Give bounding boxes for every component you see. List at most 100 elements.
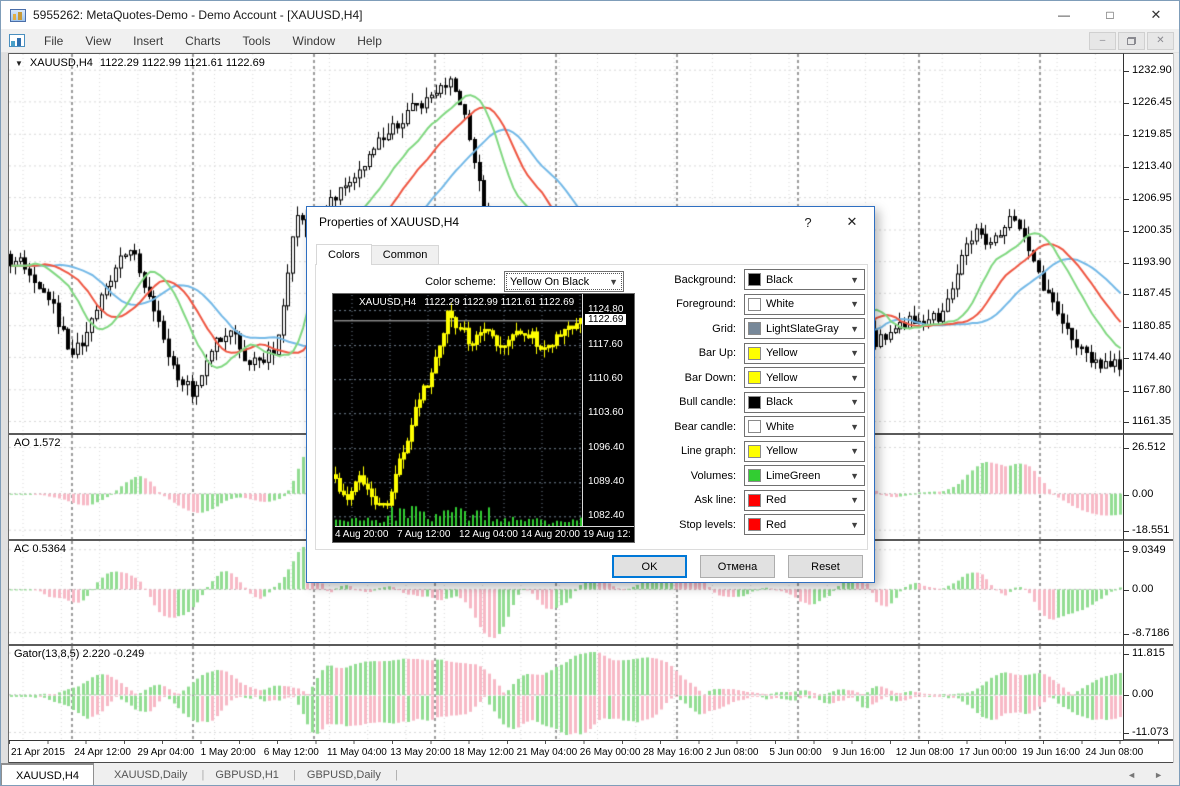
menu-item[interactable]: Window (282, 34, 347, 48)
color-select[interactable]: Yellow ▼ (744, 367, 865, 388)
chevron-down-icon: ▼ (850, 274, 859, 285)
close-button[interactable]: ✕ (1133, 1, 1179, 29)
ac-tick: 9.0349 (1124, 543, 1166, 556)
app-icon (10, 8, 26, 22)
price-tick: 1206.95 (1124, 191, 1172, 204)
chart-tab-bar: XAUUSD,H4 XAUUSD,DailyGBPUSD,H1GBPUSD,Dai… (1, 763, 1179, 785)
dialog-title: Properties of XAUUSD,H4 (319, 215, 460, 229)
chevron-down-icon[interactable]: ▼ (15, 59, 23, 68)
preview-price-tick: 1089.40 (588, 475, 625, 487)
title-bar[interactable]: 5955262: MetaQuotes-Demo - Demo Account … (1, 1, 1179, 29)
price-tick: 1226.45 (1124, 95, 1172, 108)
ao-axis[interactable]: 26.512 0.00 -18.551 (1123, 435, 1173, 541)
time-axis[interactable]: 21 Apr 2015 24 Apr 12:00 29 Apr 04:00 1 May… (9, 741, 1173, 763)
price-tick: 1167.80 (1124, 383, 1171, 396)
window-controls: — □ ✕ (1041, 1, 1179, 29)
window-title: 5955262: MetaQuotes-Demo - Demo Account … (33, 8, 363, 22)
dialog-tab[interactable]: Colors (316, 244, 372, 265)
dialog-title-bar[interactable]: Properties of XAUUSD,H4 ? ✕ (307, 207, 874, 237)
chart-symbol-label[interactable]: ▼ XAUUSD,H4 1122.29 1122.99 1121.61 1122… (15, 57, 265, 69)
tab-scroll-left-icon[interactable]: ◄ (1127, 770, 1136, 780)
time-tick: 2 Jun 08:00 (706, 747, 759, 758)
minimize-button[interactable]: — (1041, 1, 1087, 29)
time-tick: 11 May 04:00 (327, 747, 387, 758)
mdi-restore-button[interactable] (1118, 31, 1145, 50)
color-select[interactable]: Red ▼ (744, 489, 865, 511)
color-select[interactable]: Black ▼ (744, 391, 865, 413)
menu-item[interactable]: Charts (174, 34, 231, 48)
color-select[interactable]: Yellow ▼ (744, 440, 865, 462)
color-swatch (748, 518, 761, 531)
chart-window-icon[interactable] (9, 34, 25, 47)
chevron-down-icon: ▼ (850, 348, 859, 358)
color-setting-row: Bear candle: White ▼ (632, 416, 865, 437)
time-tick: 17 Jun 00:00 (959, 747, 1017, 758)
dialog-tab[interactable]: Common (370, 245, 440, 265)
preview-price-tick: 1122.69 (585, 313, 627, 325)
menu-item[interactable]: Insert (122, 34, 174, 48)
menu-item[interactable]: Help (346, 34, 393, 48)
chart-tab[interactable]: XAUUSD,H4 (1, 763, 94, 785)
dialog-buttons: OK Отмена Reset (307, 555, 863, 578)
time-tick: 1 May 20:00 (200, 747, 256, 758)
color-setting-label: Line graph: (680, 445, 736, 457)
color-setting-row: Bar Up: Yellow ▼ (632, 342, 865, 364)
preview-time-tick: 4 Aug 20:00 (335, 529, 389, 540)
preview-canvas (334, 295, 583, 527)
color-scheme-row: Color scheme: Yellow On Black ▼ (316, 271, 624, 292)
chevron-down-icon: ▼ (609, 276, 618, 287)
ac-axis[interactable]: 9.0349 0.00 -8.7186 (1123, 541, 1173, 646)
color-setting-label: Foreground: (676, 298, 736, 310)
time-tick: 12 Jun 08:00 (895, 747, 954, 758)
ac-tick: -8.7186 (1124, 626, 1170, 639)
color-select[interactable]: LimeGreen ▼ (744, 465, 865, 486)
color-select[interactable]: Yellow ▼ (744, 342, 865, 364)
color-settings: Background: Black ▼ Foreground: White ▼ … (632, 269, 865, 535)
tab-scroll-controls: ◄ ► (1111, 763, 1179, 785)
color-setting-row: Background: Black ▼ (632, 269, 865, 290)
dialog-button[interactable]: OK (612, 555, 687, 578)
dialog-button[interactable]: Отмена (700, 555, 775, 578)
mdi-close-button[interactable]: ✕ (1147, 31, 1174, 50)
chevron-down-icon: ▼ (850, 446, 859, 456)
gator-canvas[interactable] (9, 646, 1123, 740)
chevron-down-icon: ▼ (850, 397, 859, 407)
application-window: 5955262: MetaQuotes-Demo - Demo Account … (0, 0, 1180, 786)
color-setting-label: Ask line: (694, 494, 736, 506)
gator-axis[interactable]: 11.815 0.00 -11.073 (1123, 646, 1173, 741)
preview-time-tick: 7 Aug 12:00 (397, 529, 451, 540)
preview-price-tick: 1117.60 (588, 338, 623, 350)
dialog-close-button[interactable]: ✕ (830, 207, 874, 237)
chart-tab[interactable]: GBPUSD,Daily (293, 763, 398, 785)
color-select[interactable]: Black ▼ (744, 269, 865, 290)
tab-scroll-right-icon[interactable]: ► (1154, 770, 1163, 780)
gator-indicator-pane[interactable]: Gator(13,8,5) 2.220 -0.249 (9, 646, 1123, 741)
price-tick: 1187.45 (1124, 287, 1171, 300)
color-setting-row: Ask line: Red ▼ (632, 489, 865, 511)
time-tick: 18 May 12:00 (453, 747, 514, 758)
chart-tab[interactable]: XAUUSD,Daily (100, 763, 205, 785)
menu-item[interactable]: Tools (232, 34, 282, 48)
color-swatch (748, 297, 761, 311)
color-scheme-select[interactable]: Yellow On Black ▼ (504, 271, 624, 292)
color-setting-label: Grid: (712, 322, 736, 335)
color-swatch (748, 469, 761, 482)
price-axis[interactable]: 1232.90 1226.45 1219.85 1213.40 1206.95 1200.… (1123, 53, 1173, 435)
mdi-minimize-button[interactable]: – (1089, 31, 1116, 50)
color-select[interactable]: Red ▼ (744, 514, 865, 535)
dialog-help-button[interactable]: ? (786, 207, 830, 237)
color-select[interactable]: White ▼ (744, 293, 865, 315)
ao-tick: 26.512 (1124, 441, 1166, 454)
maximize-button[interactable]: □ (1087, 1, 1133, 29)
color-setting-row: Line graph: Yellow ▼ (632, 440, 865, 462)
dialog-button[interactable]: Reset (788, 555, 863, 578)
price-tick: 1161.35 (1124, 415, 1171, 428)
color-select[interactable]: White ▼ (744, 416, 865, 437)
time-tick: 21 Apr 2015 (11, 747, 65, 758)
chart-tab[interactable]: GBPUSD,H1 (201, 763, 295, 785)
color-select[interactable]: LightSlateGray ▼ (744, 318, 865, 339)
menu-item[interactable]: File (33, 34, 74, 48)
menu-item[interactable]: View (74, 34, 122, 48)
time-tick: 5 Jun 00:00 (769, 747, 822, 758)
preview-time-tick: 14 Aug 20:00 (521, 529, 580, 540)
